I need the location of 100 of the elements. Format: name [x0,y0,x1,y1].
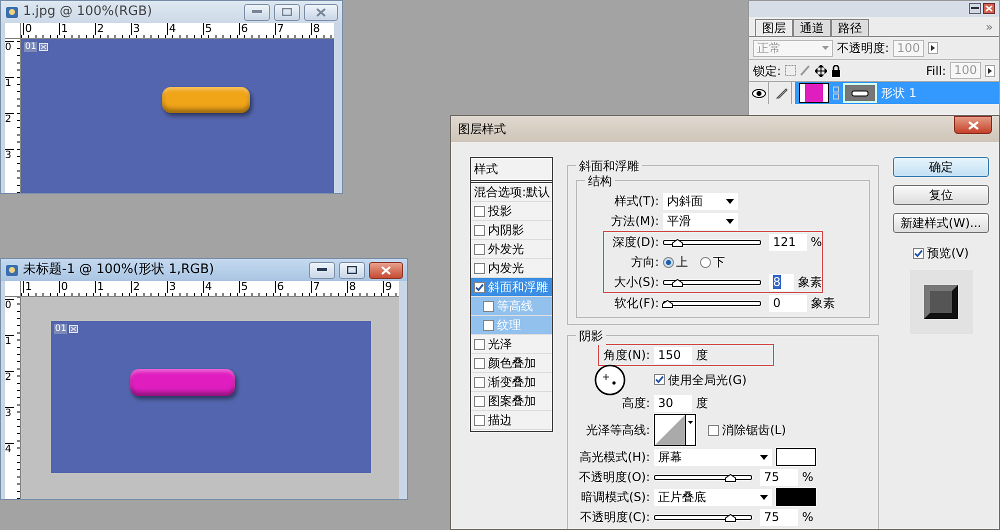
ruler-number: 5 [203,23,239,35]
checkbox-option[interactable]: 使用全局光(G) [654,370,747,388]
field-label: 高度: [620,395,651,412]
slider-thumb[interactable] [725,474,736,482]
minimize-icon[interactable] [969,3,981,14]
ruler-number: 2 [5,371,14,407]
close-icon[interactable] [983,3,995,14]
dropdown[interactable]: 屏幕 [654,448,772,466]
color-swatch[interactable] [776,448,816,466]
slider-track[interactable] [663,280,761,284]
number-field[interactable]: 121 [769,234,807,250]
field-label: 方向: [630,254,660,271]
slider-track[interactable] [654,514,752,520]
angle-dial[interactable] [594,364,626,396]
list-header: 样式 [471,158,552,183]
dropdown-arrow-icon[interactable] [726,198,734,204]
checkbox[interactable] [474,396,485,406]
checkbox[interactable] [483,300,494,312]
style-list-item[interactable]: 颜色叠加 [471,354,552,373]
checkbox[interactable] [474,358,485,368]
dropdown-arrow-icon[interactable] [688,421,693,424]
layer-name: 形状 1 [881,85,916,102]
unit-label: % [802,469,814,486]
dropdown-arrow-icon[interactable] [760,494,768,500]
layer-thumbnail [799,83,829,103]
contour-picker[interactable] [654,414,696,446]
slider-thumb[interactable] [725,514,736,522]
field-label: 暗调模式(S): [580,489,651,506]
checkbox[interactable] [483,320,494,330]
panel-menu-button[interactable]: » [986,18,999,36]
lock-icon[interactable] [831,64,842,76]
checkbox[interactable] [474,338,485,350]
preview-checkbox[interactable]: 预览(V) [913,244,969,262]
ruler-number: 0 [23,23,59,35]
close-button[interactable] [369,262,403,278]
checkbox[interactable] [474,376,485,388]
checkbox[interactable] [474,244,485,254]
slider-track[interactable] [663,240,761,244]
dropdown[interactable]: 正片叠底 [654,488,772,506]
style-list-item[interactable]: 描边 [471,411,552,430]
checkbox[interactable] [708,424,719,436]
radio-option[interactable]: 上 [663,253,688,271]
field-label: 软化(F): [614,295,660,312]
slider-thumb[interactable] [672,278,683,286]
number-field[interactable]: 150 [654,346,692,364]
panel-tab[interactable]: 图层 [755,19,793,36]
ruler-number: 0 [5,41,14,77]
ruler-number: 4 [5,443,14,479]
ruler-number: 3 [5,149,14,185]
slider-thumb[interactable] [672,238,683,246]
minimize-icon [252,10,262,14]
number-field[interactable]: 75 [760,468,798,486]
ruler-number: 9 [383,281,399,293]
slider-track[interactable] [654,474,752,480]
visibility-eye-icon[interactable] [752,88,766,98]
checkbox-option[interactable]: 消除锯齿(L) [708,421,786,439]
layer-icon [69,325,78,333]
stepper-arrow-icon[interactable] [928,42,938,54]
slider-thumb[interactable] [662,300,673,308]
checkbox[interactable] [913,248,924,258]
style-list-item[interactable]: 投影 [471,202,552,221]
checkbox[interactable] [654,374,665,385]
style-list-item[interactable]: 混合选项:默认 [471,183,552,202]
style-list-item[interactable]: 外发光 [471,240,552,259]
checkbox[interactable] [474,224,485,236]
dialog-button[interactable]: 确定 [893,157,989,177]
move-icon[interactable] [815,64,828,76]
number-field[interactable]: 75 [760,508,798,526]
dropdown[interactable]: 平滑 [663,212,738,230]
style-list-item[interactable]: 内阴影 [471,221,552,240]
style-list-item[interactable]: 图案叠加 [471,392,552,411]
ruler-number: 1 [5,77,14,113]
style-list-item[interactable]: 渐变叠加 [471,373,552,392]
number-field[interactable]: 30 [654,394,692,412]
close-button[interactable] [954,116,992,134]
number-field[interactable]: 8 [769,274,794,290]
unit-label: % [802,509,814,526]
panel-tab[interactable]: 通道 [793,19,831,36]
checkbox[interactable] [474,262,485,274]
ruler-number: 1 [23,281,59,293]
checkbox[interactable] [474,206,485,216]
color-swatch[interactable] [776,488,816,506]
field-label: 角度(N): [602,347,651,364]
panel-tab[interactable]: 路径 [831,19,869,36]
checkbox[interactable] [474,282,485,292]
style-list-item[interactable]: 光泽 [471,335,552,354]
stepper-arrow-icon[interactable] [985,64,995,76]
maximize-button[interactable] [339,262,365,278]
dropdown[interactable]: 内斜面 [663,192,738,210]
dialog-button[interactable]: 复位 [893,185,989,205]
dialog-button[interactable]: 新建样式(W)... [893,213,989,233]
checkbox[interactable] [474,414,485,426]
radio-option[interactable]: 下 [700,253,725,271]
layer-icon [39,43,48,51]
number-field[interactable]: 0 [769,294,807,312]
minimize-button[interactable] [309,262,335,278]
unit-label: 度 [696,395,708,412]
slider-track[interactable] [663,300,761,306]
dropdown-arrow-icon[interactable] [726,218,734,224]
dropdown-arrow-icon[interactable] [760,454,768,460]
